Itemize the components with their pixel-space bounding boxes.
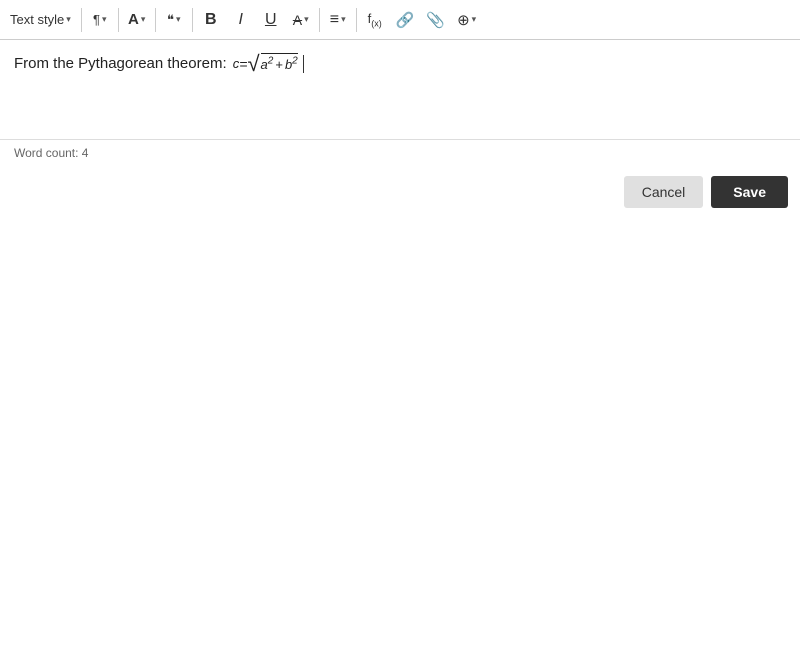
italic-button[interactable]: I bbox=[227, 5, 255, 35]
cancel-button[interactable]: Cancel bbox=[624, 176, 704, 208]
text-style-label: Text style bbox=[10, 12, 64, 27]
paragraph-caret: ▾ bbox=[102, 14, 107, 25]
divider-4 bbox=[192, 8, 193, 32]
font-size-icon: A bbox=[128, 11, 139, 28]
link-icon: 🔗 bbox=[396, 11, 415, 29]
bottom-bar: Cancel Save bbox=[0, 166, 800, 218]
format-caret: ▾ bbox=[176, 14, 181, 25]
sqrt-container: √ a2 + b2 bbox=[247, 53, 297, 76]
attachment-icon: 📎 bbox=[426, 11, 445, 29]
divider-1 bbox=[81, 8, 82, 32]
math-b2: b2 bbox=[285, 55, 298, 76]
format-button[interactable]: ❝ ▾ bbox=[160, 5, 188, 35]
insert-icon: ⊕ bbox=[457, 11, 470, 29]
format-icon: ❝ bbox=[167, 12, 174, 28]
text-style-button[interactable]: Text style ▾ bbox=[4, 5, 77, 35]
font-size-caret: ▾ bbox=[141, 14, 146, 25]
word-count-label: Word count: 4 bbox=[14, 146, 88, 160]
italic-icon: I bbox=[238, 11, 242, 29]
divider-3 bbox=[155, 8, 156, 32]
divider-5 bbox=[319, 8, 320, 32]
sqrt-symbol: √ bbox=[247, 53, 259, 75]
editor-prefix-text: From the Pythagorean theorem: bbox=[14, 55, 227, 72]
math-equals: = bbox=[239, 53, 247, 75]
toolbar: Text style ▾ ¶ ▾ A ▾ ❝ ▾ B I U A ▾ ≡ ▾ bbox=[0, 0, 800, 40]
bold-button[interactable]: B bbox=[197, 5, 225, 35]
text-color-caret: ▾ bbox=[304, 14, 309, 25]
function-icon: f(x) bbox=[368, 11, 382, 29]
sqrt-content: a2 + b2 bbox=[261, 53, 298, 76]
paragraph-style-button[interactable]: ¶ ▾ bbox=[86, 5, 114, 35]
function-button[interactable]: f(x) bbox=[361, 5, 389, 35]
list-icon: ≡ bbox=[330, 11, 339, 29]
link-button[interactable]: 🔗 bbox=[391, 5, 420, 35]
math-formula: c = √ a2 + b2 bbox=[233, 53, 298, 76]
word-count: Word count: 4 bbox=[0, 140, 800, 166]
list-caret: ▾ bbox=[341, 14, 346, 25]
insert-caret: ▾ bbox=[472, 14, 477, 25]
underline-button[interactable]: U bbox=[257, 5, 285, 35]
editor-area[interactable]: From the Pythagorean theorem: c = √ a2 +… bbox=[0, 40, 800, 140]
list-button[interactable]: ≡ ▾ bbox=[324, 5, 352, 35]
insert-button[interactable]: ⊕ ▾ bbox=[452, 5, 481, 35]
attachment-button[interactable]: 📎 bbox=[421, 5, 450, 35]
text-cursor bbox=[303, 55, 304, 73]
divider-2 bbox=[118, 8, 119, 32]
text-color-button[interactable]: A ▾ bbox=[287, 5, 315, 35]
divider-6 bbox=[356, 8, 357, 32]
bold-icon: B bbox=[205, 11, 217, 29]
math-plus: + bbox=[275, 55, 283, 76]
font-size-button[interactable]: A ▾ bbox=[123, 5, 151, 35]
text-color-icon: A bbox=[293, 12, 302, 28]
underline-icon: U bbox=[265, 11, 277, 29]
math-a2: a2 bbox=[261, 55, 274, 76]
text-style-caret: ▾ bbox=[66, 14, 71, 25]
paragraph-icon: ¶ bbox=[93, 12, 100, 27]
save-button[interactable]: Save bbox=[711, 176, 788, 208]
